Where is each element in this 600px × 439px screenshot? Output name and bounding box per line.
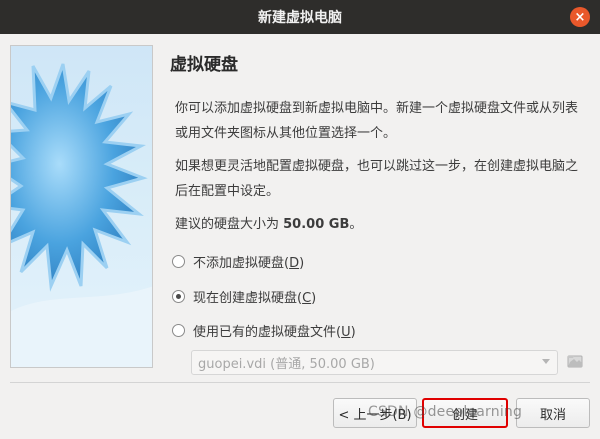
cancel-button[interactable]: 取消 <box>516 398 590 428</box>
close-icon[interactable]: × <box>570 7 590 27</box>
separator <box>10 382 590 383</box>
radio-button[interactable] <box>172 290 185 303</box>
radio-label: 不添加虚拟硬盘(D) <box>193 256 305 271</box>
existing-disk-value: guopei.vdi (普通, 50.00 GB) <box>198 357 375 372</box>
window-title: 新建虚拟电脑 <box>258 10 342 26</box>
wizard-banner-image <box>10 45 153 368</box>
radio-label: 现在创建虚拟硬盘(C) <box>193 291 317 306</box>
chevron-down-icon <box>542 359 550 364</box>
recommended-size-text: 建议的硬盘大小为 50.00 GB。 <box>175 217 363 232</box>
existing-disk-select[interactable]: guopei.vdi (普通, 50.00 GB) <box>191 350 558 375</box>
radio-button[interactable] <box>172 255 185 268</box>
dialog-body: 虚拟硬盘 你可以添加虚拟硬盘到新虚拟电脑中。新建一个虚拟硬盘文件或从列表或用文件… <box>0 34 600 439</box>
window-titlebar: 新建虚拟电脑 × <box>0 0 600 34</box>
create-button[interactable]: 创建 <box>422 398 508 428</box>
skip-paragraph: 如果想更灵活地配置虚拟硬盘，也可以跳过这一步，在创建虚拟电脑之后在配置中设定。 <box>175 159 579 199</box>
starburst-illustration <box>11 63 152 367</box>
intro-paragraph: 你可以添加虚拟硬盘到新虚拟电脑中。新建一个虚拟硬盘文件或从列表或用文件夹图标从其… <box>175 101 579 141</box>
page-title: 虚拟硬盘 <box>170 55 238 75</box>
radio-button[interactable] <box>172 324 185 337</box>
radio-selected-dot <box>176 294 181 299</box>
back-button[interactable]: < 上一步(B) <box>333 398 417 428</box>
radio-create-disk[interactable]: 现在创建虚拟硬盘(C) <box>172 287 316 306</box>
radio-no-disk[interactable]: 不添加虚拟硬盘(D) <box>172 252 304 271</box>
radio-existing-disk[interactable]: 使用已有的虚拟硬盘文件(U) <box>172 321 356 340</box>
folder-open-icon[interactable] <box>566 352 584 370</box>
radio-label: 使用已有的虚拟硬盘文件(U) <box>193 325 356 340</box>
recommended-size-value: 50.00 GB <box>283 217 350 232</box>
